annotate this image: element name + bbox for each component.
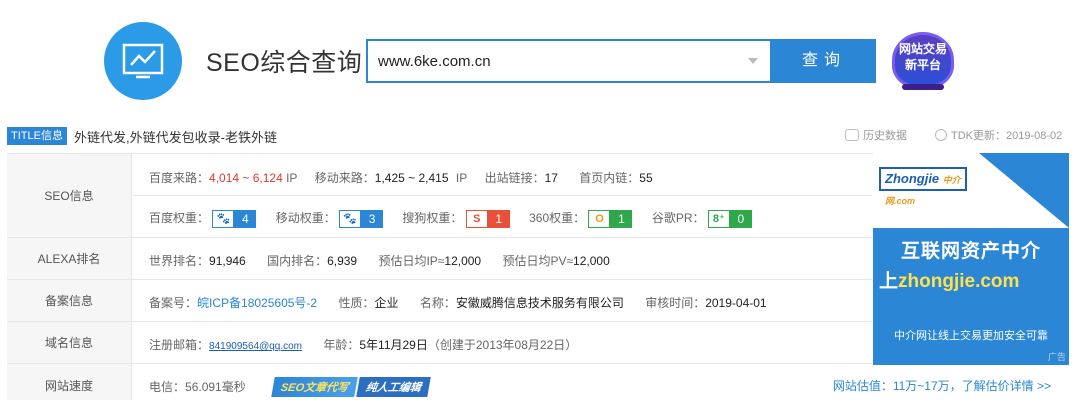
domain-age-value: 5年11月29日 <box>359 338 428 352</box>
trade-platform-badge[interactable]: 网站交易 新平台 <box>888 32 958 92</box>
search-input[interactable]: www.6ke.com.cn <box>366 39 772 83</box>
history-data-link[interactable]: 历史数据 <box>845 127 907 143</box>
history-icon <box>845 129 859 141</box>
search-button[interactable]: 查询 <box>772 39 876 83</box>
mobile-traffic-value[interactable]: 1,425 ~ 2,415 <box>375 171 449 185</box>
icp-number-link[interactable]: 皖ICP备18025605号-2 <box>197 296 317 310</box>
chevron-down-icon[interactable] <box>748 58 758 64</box>
domain-created-date: （创建于2013年08月22日） <box>427 338 578 352</box>
google-plus-icon: 8⁺ <box>707 209 730 228</box>
chart-line-icon <box>122 43 164 79</box>
daily-ip-value: 12,000 <box>444 254 482 268</box>
table-row-domain: 域名信息 注册邮箱：841909564@qq.com 年龄：5年11月29日（创… <box>7 322 872 364</box>
table-row-speed: 网站速度 电信：56.091毫秒 SEO文章代写 纯人工编辑 网站估值：11万~1… <box>7 364 1069 400</box>
icp-nature-value: 企业 <box>374 296 399 310</box>
row-label-alexa: ALEXA排名 <box>7 238 132 279</box>
title-tag: TITLE信息 <box>7 127 67 145</box>
ad-footer: 中介网让线上交易更加安全可靠 <box>894 330 1048 342</box>
domain-line: 注册邮箱：841909564@qq.com 年龄：5年11月29日（创建于201… <box>149 338 578 352</box>
telecom-speed-value: 56.091毫秒 <box>185 380 246 394</box>
table-row-icp: 备案信息 备案号：皖ICP备18025605号-2 性质：企业 名称：安徽威腾信… <box>7 280 872 322</box>
ad-domain-line: 上zhongjie.com <box>879 271 1020 292</box>
row-label-seo: SEO信息 <box>7 154 132 237</box>
baidu-weight-badge[interactable]: 🐾 4 <box>212 209 257 228</box>
baidu-traffic-value[interactable]: 4,014 ~ 6,124 <box>209 171 283 185</box>
sogou-icon: S <box>465 209 488 228</box>
icp-company-value: 安徽威腾信息技术服务有限公司 <box>455 296 624 310</box>
badge-line1: 网站交易 <box>898 42 947 56</box>
valuation-link[interactable]: 网站估值：11万~17万，了解估价详情 >> <box>833 377 1051 394</box>
site-title-text: 外链代发,外链代发包收录-老铁外链 <box>74 130 277 145</box>
alexa-line: 世界排名：91,946 国内排名：6,939 预估日均IP≈12,000 预估日… <box>149 254 610 268</box>
world-rank-value[interactable]: 91,946 <box>209 254 246 268</box>
sogou-weight-badge[interactable]: S 1 <box>465 209 510 228</box>
ad-mark: 广告 <box>1047 352 1066 362</box>
daily-pv-value: 12,000 <box>573 254 610 268</box>
baidu-paw-icon: 🐾 <box>212 209 235 228</box>
seo-traffic-line: 百度来路：4,014 ~ 6,124 IP 移动来路：1,425 ~ 2,415… <box>149 171 653 185</box>
cn-rank-value[interactable]: 6,939 <box>327 254 357 268</box>
refresh-icon <box>935 129 947 141</box>
row-label-domain: 域名信息 <box>7 322 132 363</box>
home-links-value[interactable]: 55 <box>639 171 652 185</box>
register-email-link[interactable]: 841909564@qq.com <box>209 341 302 352</box>
badge-base <box>902 84 944 90</box>
mobile-weight-badge[interactable]: 🐾 3 <box>339 209 384 228</box>
title-info-row: TITLE信息 外链代发,外链代发包收录-老铁外链 历史数据 TDK更新：201… <box>7 124 1069 150</box>
mobile-paw-icon: 🐾 <box>339 209 362 228</box>
table-row-seo: SEO信息 百度来路：4,014 ~ 6,124 IP 移动来路：1,425 ~… <box>7 154 872 238</box>
ad-headline: 互联网资产中介 <box>900 241 1041 262</box>
google-pr-badge[interactable]: 8⁺ 0 <box>707 209 752 228</box>
speed-line: 电信：56.091毫秒 SEO文章代写 纯人工编辑 <box>149 377 432 397</box>
table-row-alexa: ALEXA排名 世界排名：91,946 国内排名：6,939 预估日均IP≈12… <box>7 238 872 280</box>
site-logo[interactable] <box>104 22 182 100</box>
outlinks-value[interactable]: 17 <box>545 171 558 185</box>
zhongjie-ad-banner[interactable]: Zhongjie 中介网.com 互联网资产中介 上zhongjie.com 中… <box>873 153 1069 365</box>
page-title: SEO综合查询 <box>206 49 363 77</box>
manual-edit-ad-tag[interactable]: 纯人工编辑 <box>356 377 432 397</box>
row-label-icp: 备案信息 <box>7 280 132 321</box>
row-label-speed: 网站速度 <box>7 364 132 400</box>
seo-article-ad-tag[interactable]: SEO文章代写 <box>271 377 359 397</box>
so360-weight-badge[interactable]: O 1 <box>588 209 633 228</box>
badge-line2: 新平台 <box>904 58 941 72</box>
icp-line: 备案号：皖ICP备18025605号-2 性质：企业 名称：安徽威腾信息技术服务… <box>149 296 767 310</box>
seo-weights-line: 百度权重： 🐾 4 移动权重： 🐾 3 搜狗权重： S 1 360权重： O 1… <box>149 209 768 228</box>
icp-date-value: 2019-04-01 <box>705 296 767 310</box>
search-input-value[interactable]: www.6ke.com.cn <box>378 53 491 70</box>
tdk-update[interactable]: TDK更新：2019-08-02 <box>935 127 1062 143</box>
zhongjie-logo: Zhongjie 中介网.com <box>879 167 967 206</box>
so360-icon: O <box>588 209 611 228</box>
